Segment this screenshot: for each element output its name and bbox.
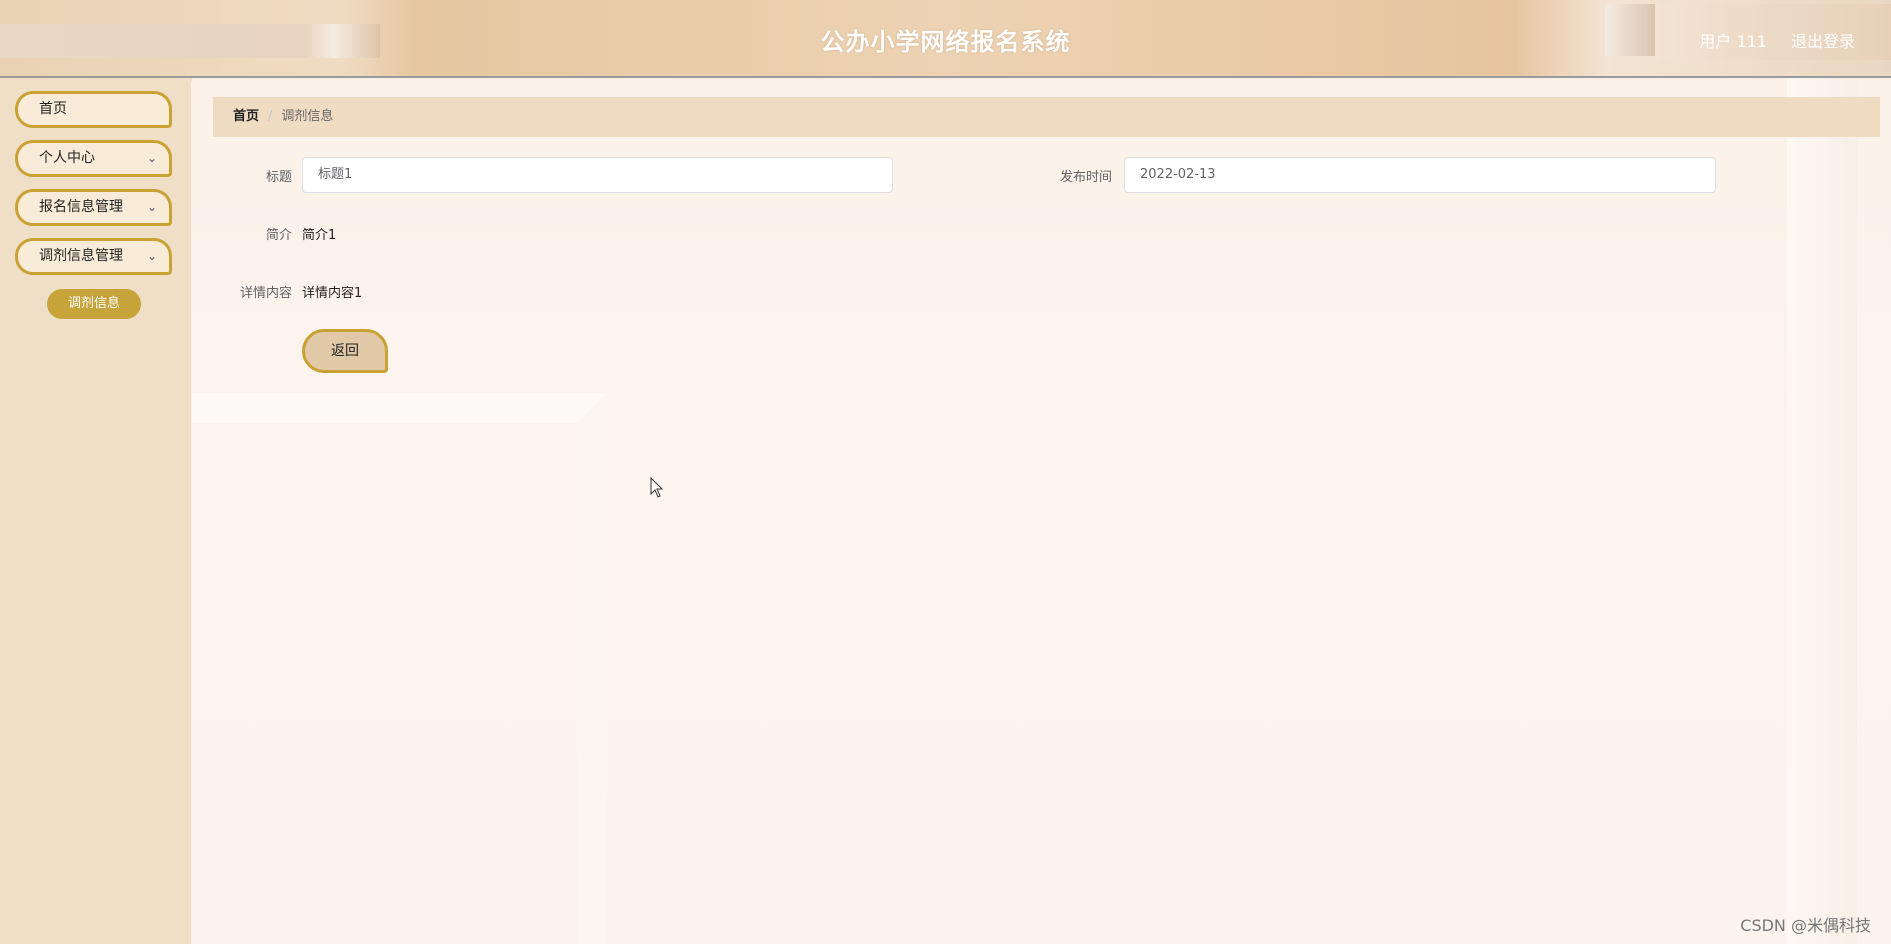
summary-value: 简介1 [302, 228, 337, 243]
breadcrumb-home-link[interactable]: 首页 [233, 109, 259, 124]
watermark: CSDN @米偶科技 [1740, 916, 1871, 935]
publish-time-label: 发布时间 [1059, 170, 1112, 185]
chevron-down-icon: ⌄ [146, 151, 157, 165]
logout-link[interactable]: 退出登录 [1791, 28, 1855, 52]
breadcrumb-current: 调剂信息 [281, 109, 334, 124]
detail-value: 详情内容1 [302, 286, 363, 301]
chevron-down-icon: ⌄ [146, 200, 157, 214]
title-field[interactable]: 标题1 [302, 157, 893, 193]
back-button[interactable]: 返回 [302, 329, 388, 373]
sidebar-item-adjustment-management[interactable]: 调剂信息管理 ⌄ [15, 238, 172, 275]
summary-label: 简介 [265, 228, 292, 243]
sidebar-item-label: 个人中心 [39, 150, 95, 166]
sidebar-item-registration-management[interactable]: 报名信息管理 ⌄ [15, 189, 172, 226]
background-frame-decoration [192, 393, 607, 944]
publish-time-field[interactable]: 2022-02-13 [1124, 157, 1716, 193]
main-content: 首页 / 调剂信息 标题 标题1 发布时间 2022-02-13 简介 简介1 详情… [192, 78, 1891, 944]
sidebar-subitem-adjustment-info[interactable]: 调剂信息 [47, 289, 141, 319]
title-label: 标题 [265, 170, 292, 185]
user-label: 用户 111 [1699, 32, 1767, 51]
breadcrumb-separator: / [268, 109, 273, 124]
background-pillar-decoration [1787, 78, 1857, 944]
sidebar-item-label: 报名信息管理 [39, 199, 123, 215]
breadcrumb: 首页 / 调剂信息 [213, 97, 1880, 137]
sidebar-item-label: 调剂信息管理 [39, 248, 123, 264]
mouse-cursor-icon [650, 477, 664, 498]
sidebar: 首页 个人中心 ⌄ 报名信息管理 ⌄ 调剂信息管理 ⌄ [0, 78, 191, 944]
app-title: 公办小学网络报名系统 [820, 28, 1071, 56]
top-header: 公办小学网络报名系统 用户 111 退出登录 [0, 0, 1891, 78]
detail-label: 详情内容 [239, 286, 292, 301]
sidebar-item-personal-center[interactable]: 个人中心 ⌄ [15, 140, 172, 177]
chevron-down-icon: ⌄ [146, 249, 157, 263]
sidebar-item-home[interactable]: 首页 [15, 91, 172, 128]
sidebar-item-label: 首页 [39, 101, 67, 117]
